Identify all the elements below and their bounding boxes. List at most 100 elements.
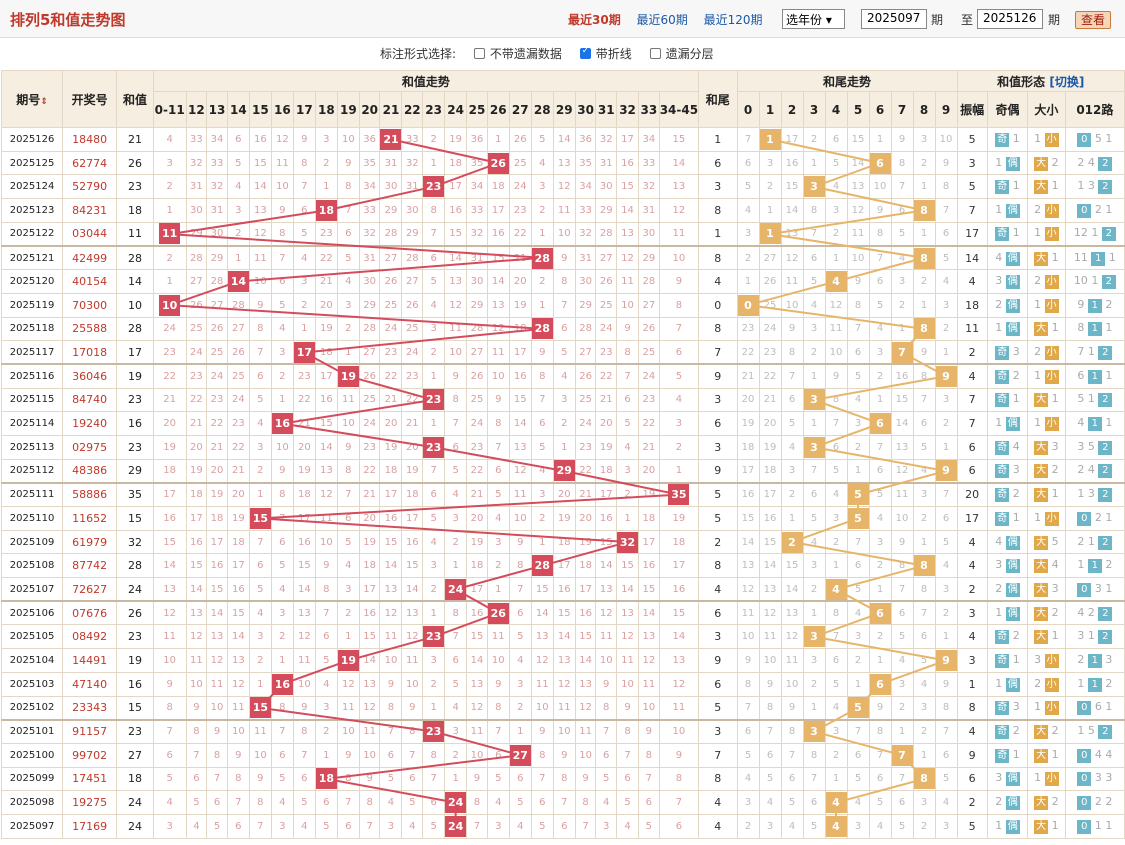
period-30-link[interactable]: 最近30期: [568, 13, 621, 27]
sum-omission-cell: 9: [401, 695, 424, 721]
sum-omission-cell: 1: [616, 506, 640, 531]
sum-omission-cell: 2: [444, 529, 468, 555]
issue-cell: 2025097: [0, 813, 64, 839]
sum-omission-cell: 7: [401, 742, 424, 768]
sum-cell: 26: [116, 150, 154, 176]
table-row: 2025120 40154 14 1 27 28 14 10 6 3 21 4 30 26 27 5 13 30 1…: [0, 269, 1125, 294]
sum-hit-marker: 29: [554, 460, 575, 482]
tail-omission-cell: 1: [912, 221, 936, 247]
sum-omission-cell: 13: [616, 600, 640, 626]
sum-omission-cell: 10: [206, 695, 228, 721]
sum-omission-cell: 9: [466, 766, 488, 792]
polyline-checkbox[interactable]: [579, 46, 591, 59]
sum-omission-cell: 2: [422, 577, 446, 602]
sum-omission-cell: 3: [486, 813, 510, 839]
route: 1 3 2: [1064, 481, 1125, 507]
sum-bin-header: 29: [552, 91, 576, 128]
table-row: 2025126 18480 21 4 33 34 6 16 12 9 3 10 36 21 33 2 19 36 1…: [0, 127, 1125, 152]
tail-omission-cell: 16: [890, 363, 914, 389]
tail-hit-cell: 9: [934, 458, 958, 484]
sum-omission-cell: 17: [401, 506, 424, 531]
sum-omission-cell: 4: [314, 671, 338, 697]
route: 0 5 1: [1064, 127, 1125, 152]
switch-link[interactable]: [切换]: [1049, 75, 1084, 89]
big-small: 大 1: [1027, 387, 1066, 413]
sum-omission-cell: 3: [508, 671, 532, 697]
sum-omission-cell: 8: [616, 340, 640, 365]
year-select[interactable]: 选年份 ▾: [782, 9, 845, 29]
tail-omission-cell: 8: [802, 742, 826, 768]
odd-even: 1 偶: [986, 813, 1029, 839]
amplitude-cell: 14: [956, 244, 988, 271]
sum-omission-cell: 17: [658, 553, 700, 579]
sum-cell: 11: [116, 221, 154, 247]
layered-checkbox[interactable]: [649, 48, 661, 59]
tail-omission-cell: 6: [890, 790, 914, 815]
from-issue-input[interactable]: 2025097: [861, 9, 927, 29]
draw-cell: 07676: [62, 600, 118, 626]
no-omission-label[interactable]: 不带遗漏数据: [490, 47, 562, 61]
page-title: 排列5和值走势图: [10, 11, 126, 29]
tail-omission-cell: 1: [824, 766, 848, 792]
layered-label[interactable]: 遗漏分层: [666, 47, 714, 61]
sum-omission-cell: 28: [466, 316, 488, 342]
tail-omission-cell: 4: [846, 387, 870, 413]
big-small-omission: 2: [1048, 724, 1059, 738]
table-row: 2025114 19240 16 20 21 22 23 4 16 21 15 10 24 20 21 1 7 2…: [0, 411, 1125, 436]
sum-omission-cell: 25: [401, 316, 424, 342]
sum-omission-cell: 14: [530, 600, 554, 626]
route-omission: 1: [1105, 202, 1113, 216]
tail-omission-cell: 7: [824, 624, 848, 650]
sum-omission-cell: 3: [248, 624, 272, 650]
sum-omission-cell: 4: [226, 174, 250, 200]
amplitude-cell: 3: [956, 648, 988, 673]
sum-bin-header: 15: [248, 91, 272, 128]
tail-omission-cell: 5: [868, 790, 892, 815]
sum-omission-cell: 5: [595, 766, 618, 792]
amplitude-cell: 6: [956, 434, 988, 460]
big-small: 大 2: [1027, 458, 1066, 484]
to-issue-input[interactable]: 2025126: [977, 9, 1043, 29]
sum-omission-cell: 2: [152, 174, 187, 200]
table-row: 2025125 62774 26 3 32 33 5 15 11 8 2 9 35 31 32 1 18 35 26…: [0, 150, 1125, 176]
table-row: 2025102 23343 15 8 9 10 11 15 8 9 3 11 12 8 9 1 4 12 8 2 10 1…: [0, 695, 1125, 721]
tail-omission-cell: 14: [890, 411, 914, 436]
query-button[interactable]: 查看: [1075, 11, 1111, 29]
from-unit: 期: [931, 13, 944, 27]
sum-omission-cell: 3: [314, 695, 338, 721]
table-row: 2025119 70300 10 10 26 27 28 9 5 2 20 3 29 25 26 4 12 29 1…: [0, 292, 1125, 318]
sum-omission-cell: 11: [206, 671, 228, 697]
sum-omission-cell: 7: [206, 766, 228, 792]
amplitude-cell: 17: [956, 221, 988, 247]
big-small: 大 1: [1027, 174, 1066, 200]
tail-omission-cell: 3: [802, 648, 826, 673]
sum-omission-cell: 16: [552, 577, 576, 602]
tail-omission-cell: 6: [824, 127, 848, 152]
issue-header[interactable]: 期号⇕: [0, 70, 64, 128]
amplitude-cell: 9: [956, 742, 988, 768]
sum-omission-cell: 25: [508, 150, 532, 176]
issue-cell: 2025114: [0, 411, 64, 436]
sum-omission-cell: 16: [466, 600, 488, 626]
tail-hit-cell: 4: [824, 790, 848, 815]
sum-omission-cell: 7: [226, 790, 250, 815]
table-row: 2025123 84231 18 1 30 31 3 13 9 6 18 7 33 29 30 8 16 33 17…: [0, 198, 1125, 223]
sum-omission-cell: 20: [574, 506, 597, 531]
tail-omission-cell: 2: [736, 813, 760, 839]
issue-cell: 2025119: [0, 292, 64, 318]
period-60-link[interactable]: 最近60期: [637, 13, 688, 27]
sum-omission-cell: 6: [292, 766, 316, 792]
no-omission-checkbox[interactable]: [473, 48, 485, 59]
sum-omission-cell: 9: [616, 695, 640, 721]
sum-omission-cell: 17: [552, 553, 576, 579]
sum-omission-cell: 5: [270, 766, 294, 792]
period-120-link[interactable]: 最近120期: [704, 13, 763, 27]
big-small-tag: 大: [1034, 748, 1049, 763]
polyline-label[interactable]: 带折线: [596, 47, 632, 61]
draw-cell: 40154: [62, 269, 118, 294]
sum-omission-cell: 22: [292, 387, 316, 413]
issue-cell: 2025109: [0, 529, 64, 555]
sum-omission-cell: 17: [185, 506, 208, 531]
amplitude-cell: 2: [956, 790, 988, 815]
route-omission: 1: [1087, 392, 1099, 406]
